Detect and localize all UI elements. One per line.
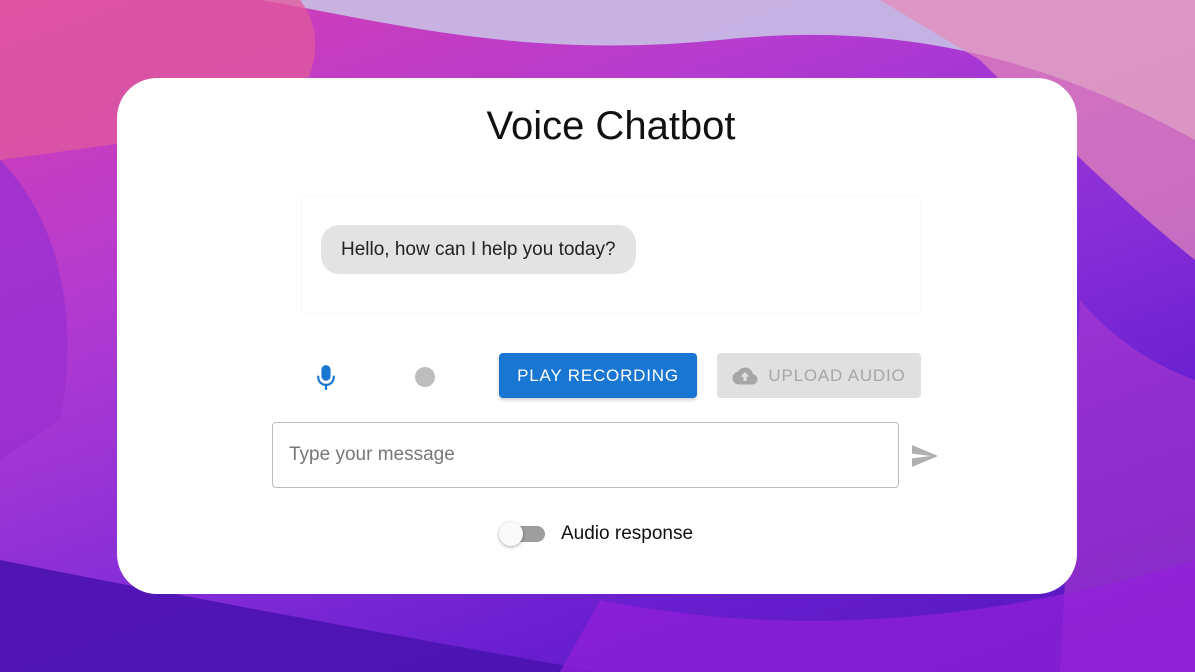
message-input[interactable] bbox=[289, 423, 879, 487]
upload-audio-button[interactable]: UPLOAD AUDIO bbox=[717, 353, 921, 398]
toggle-thumb bbox=[499, 522, 523, 546]
play-recording-label: PLAY RECORDING bbox=[517, 365, 679, 385]
chatbot-card bbox=[117, 78, 1077, 594]
upload-audio-label: UPLOAD AUDIO bbox=[768, 365, 906, 385]
audio-response-toggle[interactable] bbox=[499, 522, 549, 546]
page-title: Voice Chatbot bbox=[486, 104, 736, 148]
bot-message-bubble: Hello, how can I help you today? bbox=[321, 225, 636, 274]
mic-icon bbox=[317, 365, 335, 390]
mic-button[interactable] bbox=[306, 358, 346, 398]
send-button[interactable] bbox=[908, 440, 942, 472]
play-recording-button[interactable]: PLAY RECORDING bbox=[499, 353, 697, 398]
cloud-upload-icon bbox=[732, 367, 758, 384]
message-field[interactable] bbox=[272, 422, 899, 488]
audio-response-label: Audio response bbox=[561, 523, 694, 544]
record-dot-icon bbox=[415, 367, 435, 387]
send-icon bbox=[912, 445, 938, 467]
